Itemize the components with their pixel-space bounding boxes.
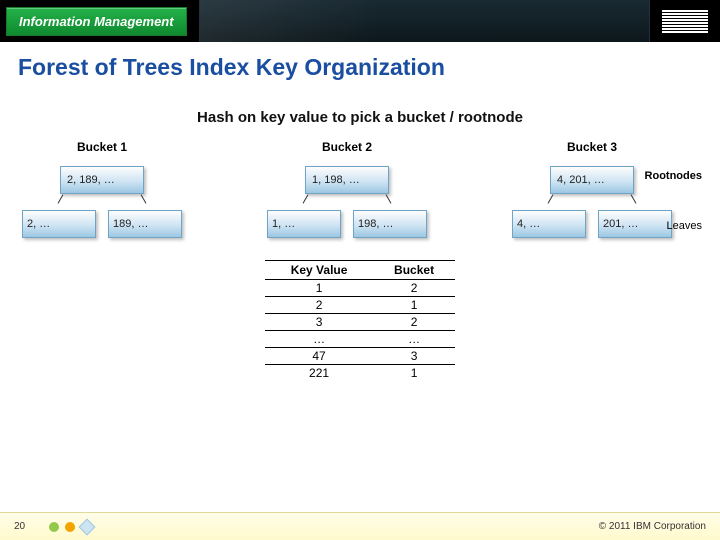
leaf-box: 201, … [598, 210, 672, 238]
bucket-names-row: Bucket 1 Bucket 2 Bucket 3 [18, 140, 702, 154]
ibm-logo [662, 10, 708, 33]
dot-icon [49, 522, 59, 532]
leaf-box: 198, … [353, 210, 427, 238]
tree-connector [267, 194, 427, 204]
table-cell: 3 [265, 314, 373, 331]
table-row: 12 [265, 280, 455, 297]
table-cell: 1 [373, 297, 455, 314]
key-bucket-table: Key Value Bucket 12 21 32 …… 473 2211 [265, 260, 455, 381]
table-header: Bucket [373, 261, 455, 280]
table-cell: 2 [373, 280, 455, 297]
table-row: 21 [265, 297, 455, 314]
rootnode-box: 4, 201, … [550, 166, 634, 194]
bucket-name: Bucket 2 [267, 140, 427, 154]
square-icon [79, 518, 96, 535]
leaves-label: Leaves [667, 220, 702, 232]
table-cell: 221 [265, 365, 373, 382]
table-cell: 1 [265, 280, 373, 297]
bucket-name: Bucket 3 [512, 140, 672, 154]
rootnodes-row: 2, 189, … 1, 198, … 4, 201, … Rootnodes [18, 160, 702, 194]
footer: 20 © 2011 IBM Corporation [0, 512, 720, 540]
rootnode-box: 2, 189, … [60, 166, 144, 194]
rootnodes-label: Rootnodes [645, 170, 702, 182]
table-header: Key Value [265, 261, 373, 280]
table-cell: 2 [265, 297, 373, 314]
table-cell: 47 [265, 348, 373, 365]
page-number: 20 [14, 521, 25, 532]
tree-connector [512, 194, 672, 204]
tree-connector [22, 194, 182, 204]
leaf-box: 1, … [267, 210, 341, 238]
hash-heading: Hash on key value to pick a bucket / roo… [18, 109, 702, 126]
table-cell: … [373, 331, 455, 348]
leaf-box: 4, … [512, 210, 586, 238]
table-row: …… [265, 331, 455, 348]
leaves-row: 2, … 189, … 1, … 198, … 4, … 201, … Leav… [18, 210, 702, 238]
bucket-name: Bucket 1 [22, 140, 182, 154]
table-row: 32 [265, 314, 455, 331]
table-row: 473 [265, 348, 455, 365]
connectors-row [18, 194, 702, 204]
slide-content: Hash on key value to pick a bucket / roo… [0, 109, 720, 539]
leaf-box: 2, … [22, 210, 96, 238]
top-banner: Information Management [0, 0, 720, 42]
rootnode-box: 1, 198, … [305, 166, 389, 194]
table-row: 2211 [265, 365, 455, 382]
dot-icon [65, 522, 75, 532]
copyright: © 2011 IBM Corporation [599, 521, 706, 532]
table-cell: 1 [373, 365, 455, 382]
table-cell: 3 [373, 348, 455, 365]
slide-title: Forest of Trees Index Key Organization [0, 42, 720, 87]
table-cell: 2 [373, 314, 455, 331]
banner-decoration [199, 0, 650, 42]
table-cell: … [265, 331, 373, 348]
brand-badge: Information Management [6, 7, 187, 36]
footer-decoration [49, 521, 93, 533]
leaf-box: 189, … [108, 210, 182, 238]
